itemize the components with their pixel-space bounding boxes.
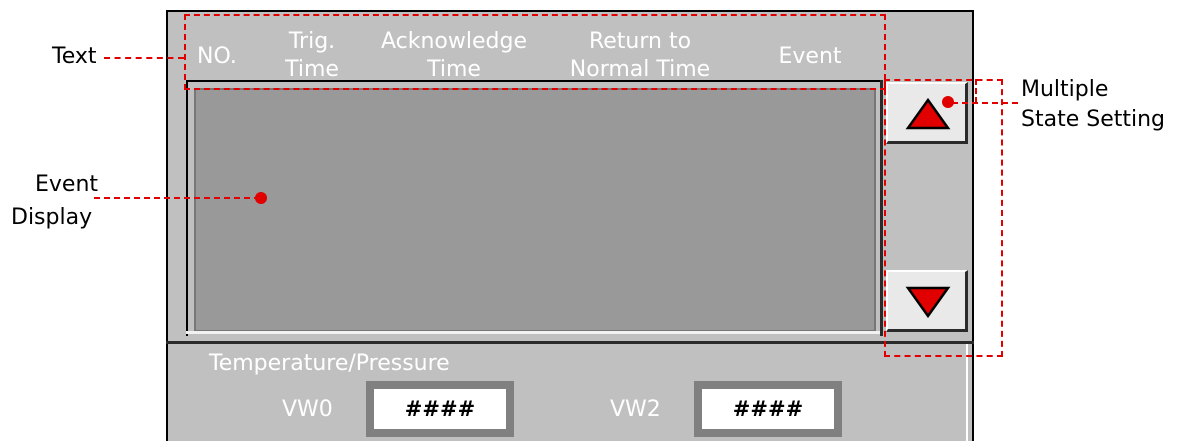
bottom-right-edge [966, 344, 968, 441]
var1-value-display: #### [366, 381, 514, 437]
annotation-event-display-line2: Display [11, 205, 93, 230]
annotation-scroll-leader [952, 102, 1018, 104]
annotation-text-region [184, 14, 886, 90]
event-list-bottom-edge [186, 331, 882, 334]
annotation-scroll-marker [942, 96, 954, 108]
annotation-text-label: Text [52, 44, 97, 69]
monitor-title: Temperature/Pressure [209, 351, 450, 376]
annotation-scroll-leader-vertical [975, 79, 977, 103]
var1-value: #### [404, 397, 476, 421]
bottom-separator [166, 341, 974, 344]
annotation-event-display-line1: Event [35, 172, 99, 197]
annotation-scroll-region [884, 79, 1003, 357]
event-display-area[interactable] [194, 88, 876, 332]
annotation-text-leader [104, 57, 184, 59]
annotation-multiple-line1: Multiple [1021, 77, 1109, 102]
var2-label: VW2 [610, 397, 661, 422]
var2-value: #### [732, 397, 804, 421]
scroll-divider [880, 80, 883, 336]
var1-label: VW0 [282, 397, 333, 422]
var2-value-display: #### [694, 381, 842, 437]
annotation-multiple-line2: State Setting [1021, 107, 1165, 132]
annotation-event-display-marker [255, 192, 267, 204]
annotation-event-display-leader [94, 197, 260, 199]
